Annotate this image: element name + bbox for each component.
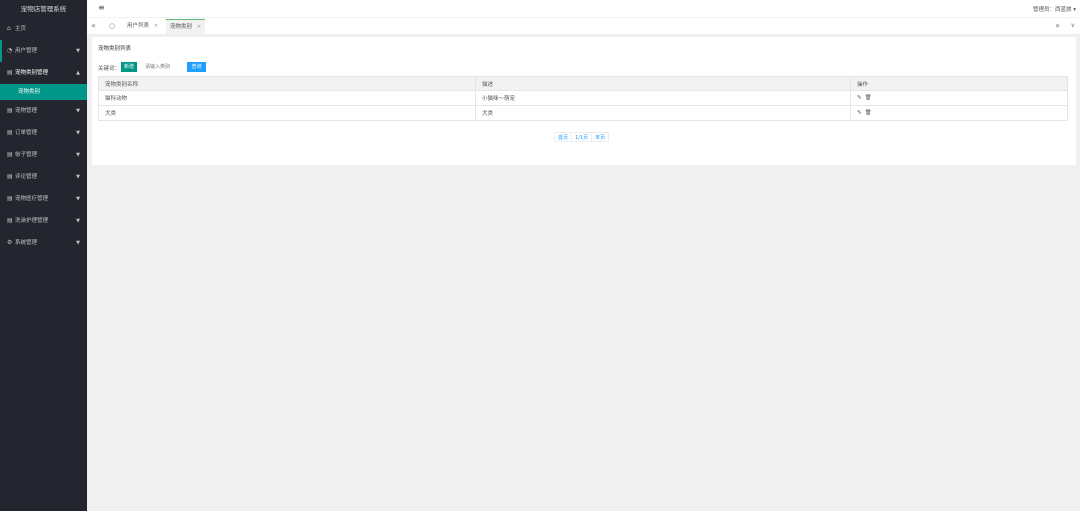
sidebar-item-posts[interactable]: ▤ 帖子管理 ▼: [0, 144, 87, 166]
grid-icon: ▤: [7, 107, 13, 114]
grid-icon: ▤: [7, 195, 13, 202]
grid-icon: ▤: [7, 217, 13, 224]
chevron-down-icon: ▼: [76, 130, 80, 136]
sidebar-item-label: 宠物医疗管理: [15, 196, 49, 202]
chevron-down-icon: ▼: [76, 240, 80, 246]
chevron-down-icon: ▼: [76, 218, 80, 224]
sidebar-item-label: 系统管理: [15, 240, 38, 246]
last-page-button[interactable]: 末页: [591, 132, 610, 142]
chevron-down-icon: ▼: [76, 174, 80, 180]
top-header: ≡ 管理员：西蓝旅 ▾: [87, 0, 1080, 18]
description-cell: 犬类: [475, 105, 851, 121]
sidebar-item-label: 评论管理: [15, 174, 38, 180]
keyword-label: 关键词：: [98, 66, 121, 72]
close-icon[interactable]: ✕: [154, 23, 158, 29]
sidebar-item-label: 帖子管理: [15, 152, 38, 158]
column-header: 宠物类别名称: [98, 76, 476, 91]
scroll-left-icon[interactable]: «: [91, 21, 96, 31]
search-input[interactable]: [143, 62, 180, 72]
sidebar-item-label: 订单管理: [15, 130, 38, 136]
gear-icon: ⚙: [7, 239, 13, 246]
category-icon: ▤: [7, 69, 13, 76]
tab-pet-category[interactable]: 宠物类别 ✕: [166, 19, 206, 34]
chevron-down-icon: ▼: [76, 48, 80, 54]
category-name-cell: 犬类: [98, 105, 476, 121]
content-panel: 宠物类别列表 关键词： 新增 查询 宠物类别名称 描述 操作 猫科动物 小猫咪～…: [92, 37, 1076, 165]
chevron-up-icon: ▲: [76, 70, 80, 76]
sidebar-item-comments[interactable]: ▤ 评论管理 ▼: [0, 166, 87, 188]
sidebar-item-pets[interactable]: ▤ 宠物管理 ▼: [0, 100, 87, 122]
category-table: 宠物类别名称 描述 操作 猫科动物 小猫咪～萌宠 ✎ 🗑 犬类 犬类 ✎ 🗑: [98, 76, 1068, 121]
add-button[interactable]: 新增: [121, 62, 137, 72]
table-header-row: 宠物类别名称 描述 操作: [98, 76, 1068, 91]
category-name-cell: 猫科动物: [98, 90, 476, 106]
close-icon[interactable]: ✕: [197, 24, 201, 30]
sidebar-subitem-pet-category[interactable]: 宠物类别: [0, 84, 87, 100]
home-icon: ⌂: [7, 25, 11, 32]
scroll-right-icon[interactable]: »: [1055, 21, 1060, 31]
user-icon: ◔: [7, 47, 13, 54]
actions-cell: ✎ 🗑: [850, 105, 1068, 121]
delete-icon[interactable]: 🗑: [865, 95, 872, 101]
column-header: 描述: [475, 76, 851, 91]
sidebar: 宠物店管理系统 ⌂ 主页 ◔ 用户管理 ▼ ▤ 宠物类别管理 ▲ 宠物类别 ▤ 宠物管理…: [0, 0, 87, 511]
sidebar-item-medical[interactable]: ▤ 宠物医疗管理 ▼: [0, 188, 87, 210]
column-header: 操作: [850, 76, 1068, 91]
sidebar-item-label: 宠物管理: [15, 108, 38, 114]
sidebar-item-label: 主页: [15, 26, 27, 32]
app-title: 宠物店管理系统: [0, 0, 87, 18]
chevron-down-icon: ▼: [76, 152, 80, 158]
chevron-down-icon: ▼: [76, 108, 80, 114]
edit-icon[interactable]: ✎: [857, 95, 862, 101]
pagination: 首页 1/1页 末页: [554, 132, 610, 142]
chevron-down-icon: ▼: [76, 196, 80, 202]
page-title: 宠物类别列表: [98, 46, 132, 52]
home-tab-icon[interactable]: ○: [109, 21, 115, 31]
grid-icon: ▤: [7, 129, 13, 136]
admin-user-menu[interactable]: 管理员：西蓝旅 ▾: [1033, 5, 1076, 13]
sidebar-item-system[interactable]: ⚙ 系统管理 ▼: [0, 232, 87, 254]
chevron-down-icon[interactable]: ∨: [1071, 21, 1075, 31]
sidebar-item-label: 用户管理: [15, 48, 38, 54]
grid-icon: ▤: [7, 151, 13, 158]
tab-bar: « ○ 用户列表 ✕ 宠物类别 ✕ » ∨: [87, 18, 1080, 35]
grid-icon: ▤: [7, 173, 13, 180]
sidebar-item-users[interactable]: ◔ 用户管理 ▼: [0, 40, 87, 62]
menu-toggle-icon[interactable]: ≡: [98, 3, 105, 12]
description-cell: 小猫咪～萌宠: [475, 90, 851, 106]
sidebar-item-label: 宠物类别管理: [15, 70, 49, 76]
tab-label: 宠物类别: [170, 24, 193, 30]
query-button[interactable]: 查询: [187, 62, 206, 72]
page-info: 1/1页: [571, 132, 593, 142]
sidebar-item-bathing[interactable]: ▤ 洗澡护理管理 ▼: [0, 210, 87, 232]
table-row: 犬类 犬类 ✎ 🗑: [98, 105, 1068, 121]
tab-label: 用户列表: [127, 23, 150, 29]
first-page-button[interactable]: 首页: [554, 132, 573, 142]
tab-user-list[interactable]: 用户列表 ✕: [123, 19, 162, 34]
delete-icon[interactable]: 🗑: [865, 110, 872, 116]
table-row: 猫科动物 小猫咪～萌宠 ✎ 🗑: [98, 90, 1068, 106]
actions-cell: ✎ 🗑: [850, 90, 1068, 106]
sidebar-item-pet-category[interactable]: ▤ 宠物类别管理 ▲: [0, 62, 87, 84]
edit-icon[interactable]: ✎: [857, 110, 862, 116]
sidebar-item-label: 洗澡护理管理: [15, 218, 49, 224]
sidebar-item-home[interactable]: ⌂ 主页: [0, 18, 87, 40]
sidebar-item-orders[interactable]: ▤ 订单管理 ▼: [0, 122, 87, 144]
